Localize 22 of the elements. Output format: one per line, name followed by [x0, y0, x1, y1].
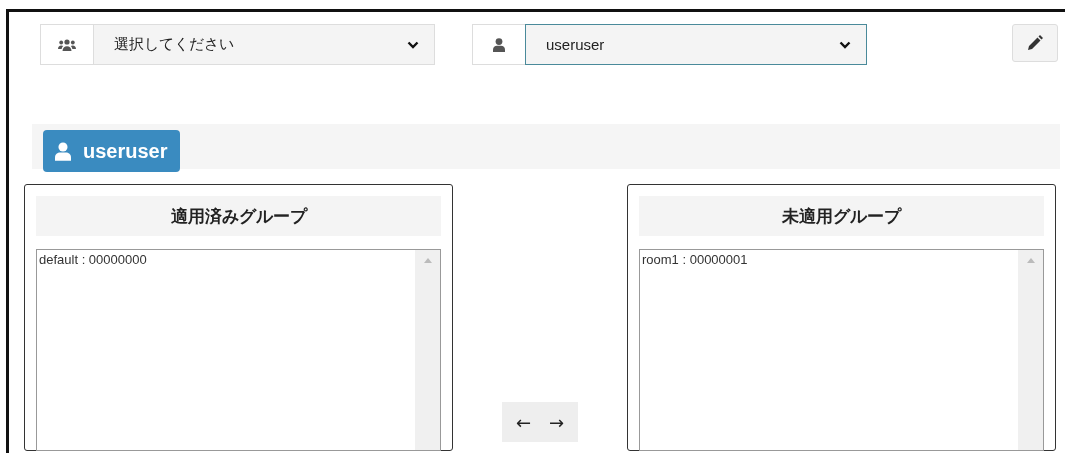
edit-button[interactable]	[1012, 24, 1058, 62]
user-icon	[55, 141, 71, 161]
scroll-up-icon	[423, 258, 432, 263]
dropdown[interactable]: 選択してください	[93, 24, 435, 65]
users-icon	[58, 38, 76, 51]
chevron-down-icon	[407, 40, 419, 49]
pencil-icon	[1027, 35, 1043, 51]
chevron-down-icon	[839, 40, 851, 49]
user-badge: useruser	[43, 130, 180, 172]
scrollbar[interactable]	[415, 250, 440, 450]
group-list[interactable]: default : 00000000	[36, 249, 441, 451]
move-button[interactable]: ←	[509, 411, 537, 433]
group-list[interactable]: room1 : 00000001	[639, 249, 1044, 451]
list-option[interactable]: room1 : 00000001	[642, 252, 1016, 267]
scrollbar[interactable]	[1018, 250, 1043, 450]
move-button[interactable]: →	[543, 411, 571, 433]
user-icon	[493, 37, 505, 52]
panel-title: 未適用グループ	[639, 196, 1044, 236]
panel-title: 適用済みグループ	[36, 196, 441, 236]
list-option[interactable]: default : 00000000	[39, 252, 413, 267]
dropdown[interactable]: useruser	[525, 24, 867, 65]
scroll-up-icon	[1026, 258, 1035, 263]
